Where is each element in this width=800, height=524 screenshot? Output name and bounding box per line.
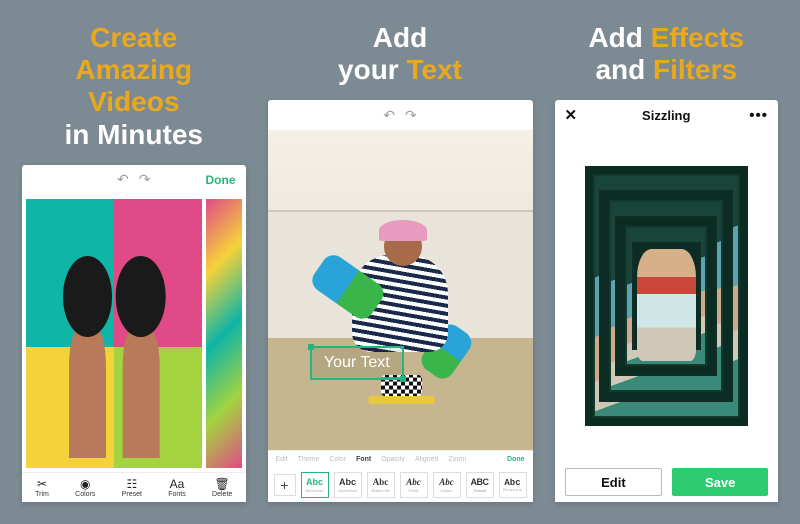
delete-icon: 🗑 bbox=[215, 478, 230, 490]
panel-effects-filters: Add Effects and Filters ✕ Sizzling ••• E… bbox=[555, 22, 779, 502]
tab-theme[interactable]: Theme bbox=[298, 456, 320, 463]
headline-word: Effects bbox=[651, 22, 744, 53]
font-name: Lobster bbox=[440, 488, 452, 493]
device-screen-3: ✕ Sizzling ••• Edit Save bbox=[555, 100, 779, 502]
font-chip[interactable]: AbcNexaLean bbox=[301, 472, 329, 498]
save-button[interactable]: Save bbox=[672, 468, 768, 496]
text-overlay-input[interactable]: Your Text bbox=[310, 346, 404, 380]
font-name: Baskerville bbox=[371, 488, 389, 493]
redo-icon[interactable] bbox=[405, 107, 417, 124]
font-picker-strip: + AbcNexaLeanAbcOpenSansAbcBaskervilleAb… bbox=[268, 468, 533, 502]
tool-delete[interactable]: 🗑Delete bbox=[212, 478, 232, 498]
editor-topbar: Done bbox=[22, 165, 246, 195]
tool-label: Colors bbox=[75, 491, 95, 498]
colors-icon: ◉ bbox=[80, 478, 90, 490]
panel-create-videos: Create Amazing Videos in Minutes Done bbox=[22, 22, 246, 502]
effect-bottom-bar: Edit Save bbox=[555, 462, 779, 502]
undo-redo-group bbox=[117, 171, 150, 188]
effect-title: Sizzling bbox=[555, 108, 779, 123]
font-chip[interactable]: AbcOpenSans bbox=[334, 472, 362, 498]
font-name: Rockwell bbox=[473, 488, 485, 493]
add-font-button[interactable]: + bbox=[274, 474, 296, 496]
tab-color[interactable]: Color bbox=[329, 456, 346, 463]
headline-word: Add bbox=[588, 22, 650, 53]
tool-colors[interactable]: ◉Colors bbox=[75, 478, 95, 498]
undo-redo-group bbox=[383, 107, 416, 124]
tab-edit[interactable]: Edit bbox=[276, 456, 288, 463]
headline-word: in Minutes bbox=[65, 119, 203, 150]
more-icon[interactable]: ••• bbox=[749, 107, 768, 124]
font-sample: Abc bbox=[439, 477, 454, 487]
headline-word: Filters bbox=[653, 54, 737, 85]
headline-word: your bbox=[338, 54, 406, 85]
font-chip[interactable]: AbcPalatino bbox=[499, 472, 527, 498]
device-screen-1: Done ✂Trim ◉Colors ☷Preset AaFonts 🗑Delete bbox=[22, 165, 246, 502]
video-canvas[interactable]: Your Text bbox=[268, 130, 533, 450]
headline-3: Add Effects and Filters bbox=[555, 22, 779, 86]
headline-word: Text bbox=[406, 54, 462, 85]
trim-icon: ✂ bbox=[37, 478, 47, 490]
font-chip[interactable]: AbcNobile bbox=[400, 472, 428, 498]
redo-icon[interactable] bbox=[139, 171, 151, 188]
editor-topbar bbox=[268, 100, 533, 130]
person-silhouette bbox=[110, 256, 172, 458]
font-sample: Abc bbox=[306, 477, 323, 487]
font-chip[interactable]: ABCRockwell bbox=[466, 472, 494, 498]
font-name: Nobile bbox=[408, 488, 419, 493]
effect-recursive-frames bbox=[585, 166, 748, 426]
text-editor-tabs: Edit Theme Color Font Opacity Aligned Zo… bbox=[268, 450, 533, 468]
canvas-main-clip bbox=[26, 199, 202, 468]
canvas-side-clip bbox=[206, 199, 241, 468]
tab-zoom[interactable]: Zoom bbox=[448, 456, 466, 463]
font-name: NexaLean bbox=[305, 488, 323, 493]
headline-word: Videos bbox=[88, 86, 179, 117]
font-sample: Abc bbox=[406, 477, 421, 487]
font-chip[interactable]: AbcLobster bbox=[433, 472, 461, 498]
effect-preview[interactable] bbox=[555, 130, 779, 462]
done-button[interactable]: Done bbox=[206, 173, 236, 187]
font-chip[interactable]: AbcBaskerville bbox=[367, 472, 395, 498]
tool-label: Fonts bbox=[168, 491, 186, 498]
headline-1: Create Amazing Videos in Minutes bbox=[22, 22, 246, 151]
font-sample: Abc bbox=[504, 478, 520, 488]
tool-label: Trim bbox=[35, 491, 49, 498]
video-canvas[interactable] bbox=[22, 195, 246, 472]
headline-word: Create bbox=[90, 22, 177, 53]
edit-button[interactable]: Edit bbox=[565, 468, 663, 496]
tab-opacity[interactable]: Opacity bbox=[381, 456, 405, 463]
effect-topbar: ✕ Sizzling ••• bbox=[555, 100, 779, 130]
font-sample: Abc bbox=[339, 477, 356, 487]
device-screen-2: Your Text Edit Theme Color Font Opacity … bbox=[268, 100, 533, 502]
tool-label: Preset bbox=[122, 491, 142, 498]
editor-toolbar: ✂Trim ◉Colors ☷Preset AaFonts 🗑Delete bbox=[22, 472, 246, 502]
headline-word: and bbox=[595, 54, 653, 85]
undo-icon[interactable] bbox=[383, 107, 395, 124]
font-name: OpenSans bbox=[338, 488, 357, 493]
tool-trim[interactable]: ✂Trim bbox=[35, 478, 49, 498]
panel-add-text: Add your Text Your Text Edit Th bbox=[268, 22, 533, 502]
preset-icon: ☷ bbox=[126, 478, 137, 490]
tool-preset[interactable]: ☷Preset bbox=[122, 478, 142, 498]
headline-word: Amazing bbox=[75, 54, 192, 85]
headline-2: Add your Text bbox=[268, 22, 533, 86]
tab-font[interactable]: Font bbox=[356, 456, 371, 463]
tool-fonts[interactable]: AaFonts bbox=[168, 478, 186, 498]
tab-aligned[interactable]: Aligned bbox=[415, 456, 438, 463]
font-sample: Abc bbox=[373, 477, 389, 487]
canvas-bg-left bbox=[26, 199, 114, 468]
person-center bbox=[637, 249, 696, 361]
tool-label: Delete bbox=[212, 491, 232, 498]
canvas-bg-right bbox=[114, 199, 202, 468]
font-sample: ABC bbox=[471, 477, 489, 487]
headline-word: Add bbox=[373, 22, 427, 53]
fonts-icon: Aa bbox=[170, 478, 185, 490]
done-button[interactable]: Done bbox=[507, 456, 525, 463]
undo-icon[interactable] bbox=[117, 171, 129, 188]
font-name: Palatino bbox=[503, 489, 522, 493]
